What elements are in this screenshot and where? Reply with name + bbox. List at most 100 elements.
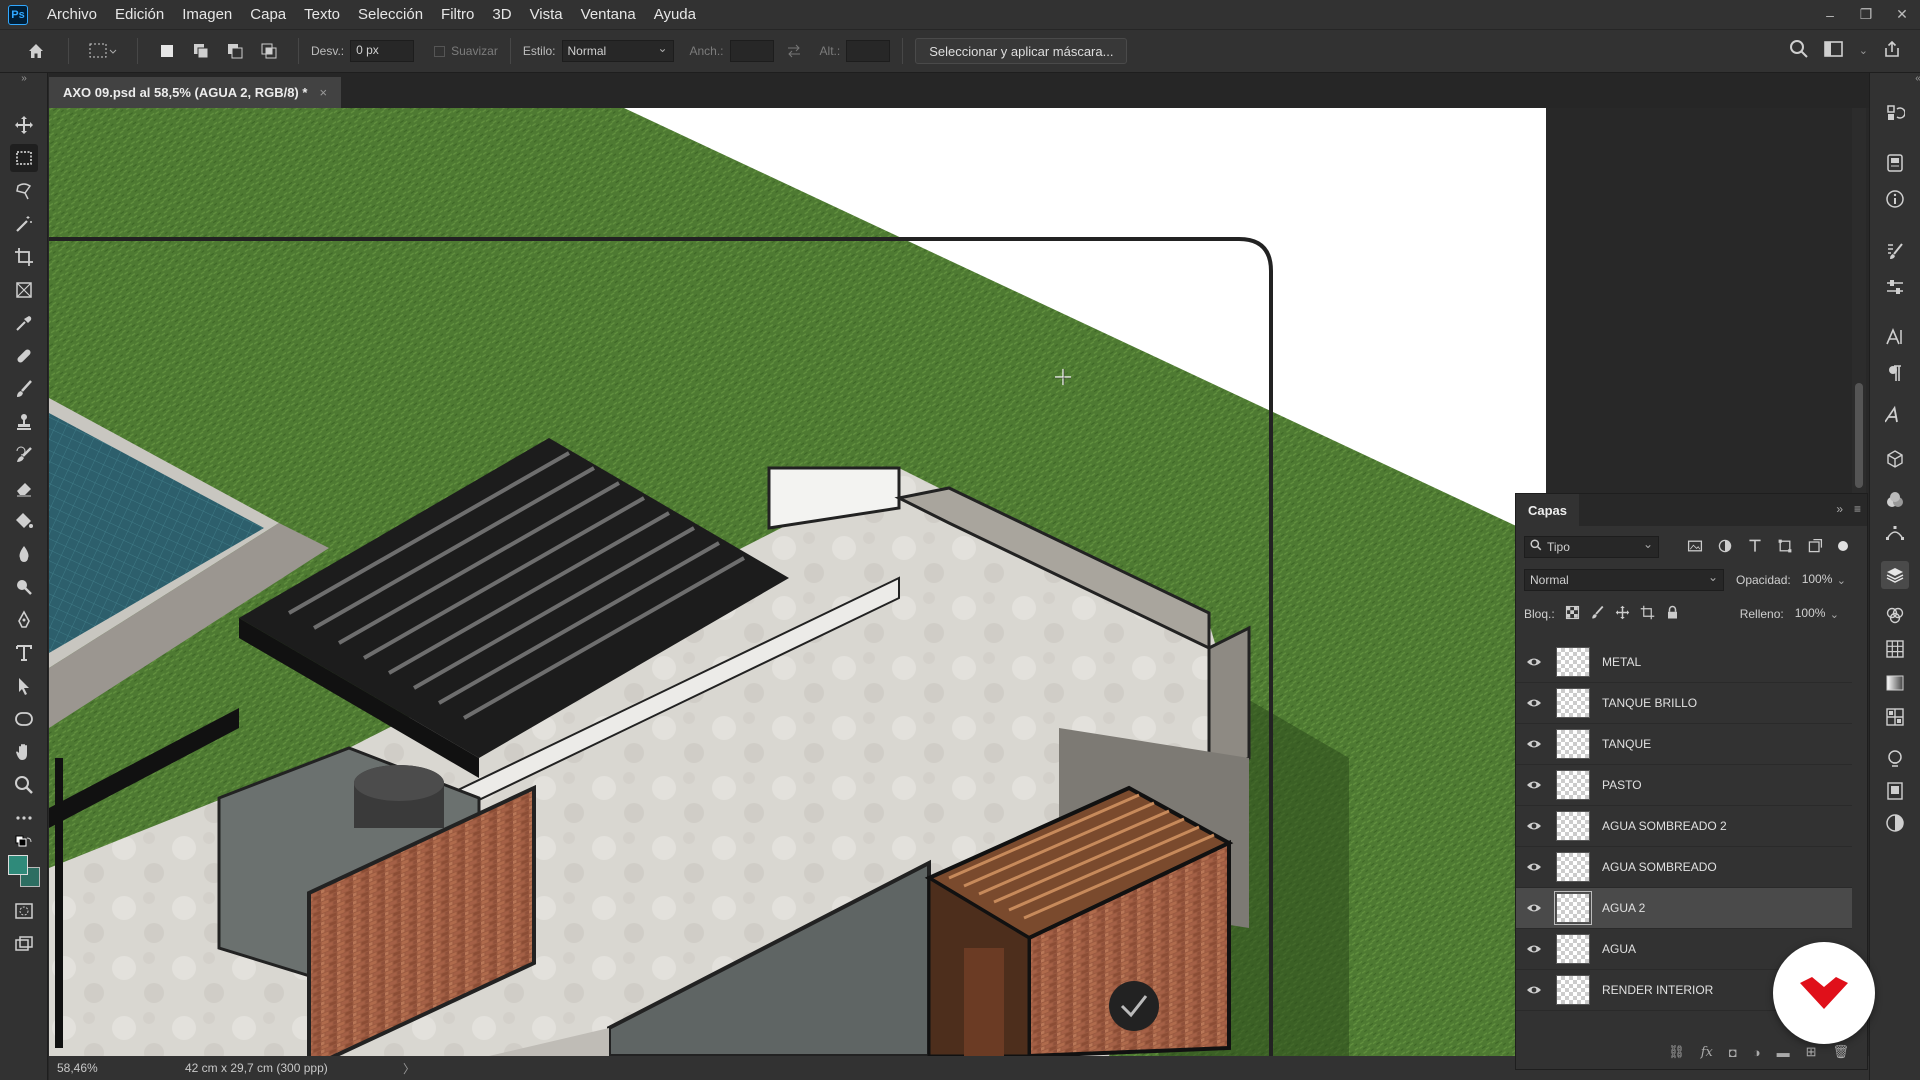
menu-archivo[interactable]: Archivo xyxy=(38,0,106,29)
fill-input[interactable]: 100% xyxy=(1790,604,1830,624)
lock-transparent-icon[interactable] xyxy=(1565,605,1580,623)
panel-menu-icon[interactable]: ≡ xyxy=(1854,502,1861,516)
visibility-eye-icon[interactable] xyxy=(1516,862,1552,872)
menu-imagen[interactable]: Imagen xyxy=(173,0,241,29)
filter-pixel-icon[interactable] xyxy=(1687,538,1703,557)
more-tools-icon[interactable] xyxy=(10,804,38,832)
collapse-panels-icon[interactable]: « xyxy=(1906,71,1920,85)
layer-row[interactable]: PASTO xyxy=(1516,765,1852,806)
minimize-icon[interactable]: – xyxy=(1812,0,1848,29)
menu-seleccion[interactable]: Selección xyxy=(349,0,432,29)
layer-row[interactable]: TANQUE xyxy=(1516,724,1852,765)
new-group-icon[interactable]: ▬ xyxy=(1777,1045,1790,1060)
libraries-panel-icon[interactable] xyxy=(1883,747,1907,771)
pen-tool-icon[interactable] xyxy=(10,606,38,634)
blur-tool-icon[interactable] xyxy=(10,540,38,568)
menu-capa[interactable]: Capa xyxy=(241,0,295,29)
marquee-tool-icon[interactable] xyxy=(10,144,38,172)
document-tab[interactable]: AXO 09.psd al 58,5% (AGUA 2, RGB/8) * × xyxy=(49,77,342,108)
quick-mask-icon[interactable] xyxy=(10,897,38,925)
menu-texto[interactable]: Texto xyxy=(295,0,349,29)
type-tool-icon[interactable] xyxy=(10,639,38,667)
layer-row[interactable]: AGUA SOMBREADO 2 xyxy=(1516,806,1852,847)
new-layer-icon[interactable]: ⊞ xyxy=(1806,1044,1817,1060)
lock-artboard-icon[interactable] xyxy=(1640,605,1655,623)
paths-panel-icon[interactable] xyxy=(1883,521,1907,545)
photoshop-logo-icon[interactable]: Ps xyxy=(8,4,28,25)
eraser-tool-icon[interactable] xyxy=(10,474,38,502)
patterns-panel-icon[interactable] xyxy=(1883,705,1907,729)
screen-mode-icon[interactable] xyxy=(10,930,38,958)
visibility-eye-icon[interactable] xyxy=(1516,698,1552,708)
eyedropper-tool-icon[interactable] xyxy=(10,309,38,337)
lasso-tool-icon[interactable] xyxy=(10,177,38,205)
adjustment-layer-icon[interactable]: ◑ xyxy=(1753,1045,1761,1060)
zoom-tool-icon[interactable] xyxy=(10,771,38,799)
document-info[interactable]: 42 cm x 29,7 cm (300 ppp) xyxy=(185,1061,403,1075)
close-window-icon[interactable]: ✕ xyxy=(1884,0,1920,29)
path-selection-tool-icon[interactable] xyxy=(10,672,38,700)
timeline-panel-icon[interactable] xyxy=(1883,779,1907,803)
visibility-eye-icon[interactable] xyxy=(1516,821,1552,831)
healing-brush-tool-icon[interactable] xyxy=(10,342,38,370)
glyphs-panel-icon[interactable] xyxy=(1883,403,1907,427)
lock-position-icon[interactable] xyxy=(1615,605,1630,623)
filter-type-icon[interactable] xyxy=(1747,538,1763,557)
foreground-color-swatch[interactable] xyxy=(8,855,28,875)
color-panel-icon[interactable] xyxy=(1883,811,1907,835)
layer-row[interactable]: TANQUE BRILLO xyxy=(1516,683,1852,724)
history-brush-tool-icon[interactable] xyxy=(10,441,38,469)
blend-mode-select[interactable]: Normal xyxy=(1524,569,1724,591)
menu-ayuda[interactable]: Ayuda xyxy=(645,0,705,29)
brush-tool-icon[interactable] xyxy=(10,375,38,403)
chevron-down-icon[interactable]: ⌄ xyxy=(1859,44,1868,57)
paragraph-panel-icon[interactable] xyxy=(1883,361,1907,385)
intersect-selection-icon[interactable] xyxy=(252,38,286,64)
scrollbar-thumb[interactable] xyxy=(1855,383,1863,488)
select-and-mask-button[interactable]: Seleccionar y aplicar máscara... xyxy=(915,38,1128,64)
visibility-eye-icon[interactable] xyxy=(1516,944,1552,954)
style-select[interactable]: Normal xyxy=(561,40,674,62)
delete-layer-icon[interactable]: 🗑 xyxy=(1832,1044,1849,1060)
marquee-preset-icon[interactable] xyxy=(81,38,125,64)
filter-toggle-icon[interactable] xyxy=(1837,540,1849,555)
layer-row[interactable]: AGUA SOMBREADO xyxy=(1516,847,1852,888)
visibility-eye-icon[interactable] xyxy=(1516,739,1552,749)
hand-tool-icon[interactable] xyxy=(10,738,38,766)
filter-adjustment-icon[interactable] xyxy=(1717,538,1733,557)
info-panel-icon[interactable] xyxy=(1883,187,1907,211)
menu-vista[interactable]: Vista xyxy=(521,0,572,29)
home-icon[interactable] xyxy=(16,38,56,64)
expand-toolbar-icon[interactable]: » xyxy=(10,71,38,85)
opacity-input[interactable]: 100% xyxy=(1797,570,1837,590)
layer-row[interactable]: AGUA 2 xyxy=(1516,888,1852,929)
menu-edicion[interactable]: Edición xyxy=(106,0,173,29)
lock-all-icon[interactable] xyxy=(1665,605,1680,623)
color-swatches[interactable] xyxy=(8,855,42,889)
filter-smart-object-icon[interactable] xyxy=(1807,538,1823,557)
menu-3d[interactable]: 3D xyxy=(483,0,520,29)
menu-ventana[interactable]: Ventana xyxy=(572,0,645,29)
layers-panel-icon[interactable] xyxy=(1881,561,1909,589)
tab-capas[interactable]: Capas xyxy=(1516,494,1580,526)
layer-style-icon[interactable]: fx xyxy=(1701,1045,1713,1060)
add-mask-icon[interactable]: ◘ xyxy=(1729,1045,1737,1060)
canvas-vertical-scrollbar[interactable] xyxy=(1852,108,1866,493)
dodge-tool-icon[interactable] xyxy=(10,573,38,601)
restore-icon[interactable]: ❐ xyxy=(1848,0,1884,29)
share-icon[interactable] xyxy=(1882,39,1902,62)
width-input[interactable] xyxy=(729,40,774,62)
materials-panel-icon[interactable] xyxy=(1883,489,1907,513)
visibility-eye-icon[interactable] xyxy=(1516,657,1552,667)
layer-row[interactable]: METAL xyxy=(1516,642,1852,683)
visibility-eye-icon[interactable] xyxy=(1516,985,1552,995)
search-icon[interactable] xyxy=(1789,39,1809,62)
character-panel-icon[interactable] xyxy=(1883,325,1907,349)
3d-panel-icon[interactable] xyxy=(1883,447,1907,471)
history-panel-icon[interactable] xyxy=(1883,101,1907,125)
layer-filter-select[interactable]: Tipo xyxy=(1524,536,1659,558)
paint-bucket-tool-icon[interactable] xyxy=(10,507,38,535)
crop-tool-icon[interactable] xyxy=(10,243,38,271)
height-input[interactable] xyxy=(846,40,891,62)
properties-panel-icon[interactable] xyxy=(1883,151,1907,175)
